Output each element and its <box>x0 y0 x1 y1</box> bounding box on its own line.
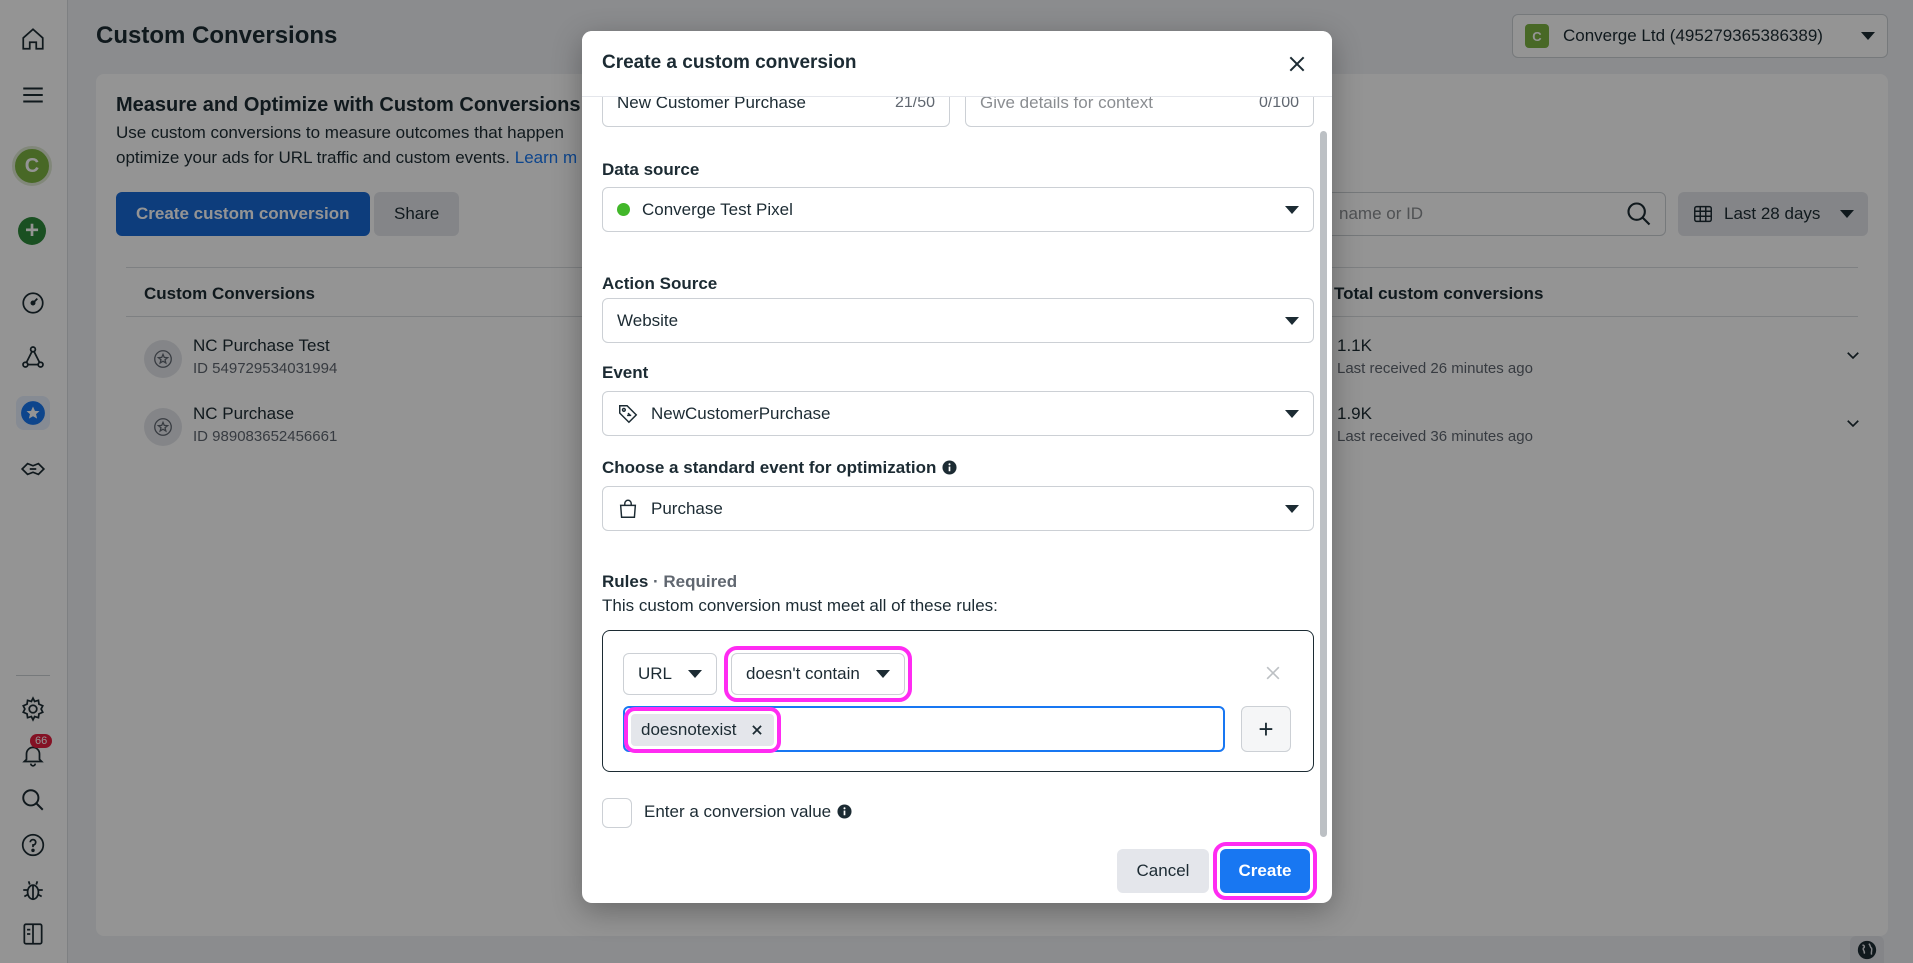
remove-rule-close-icon[interactable] <box>1263 663 1283 683</box>
dropdown-caret-icon <box>1285 409 1299 418</box>
dropdown-caret-icon <box>875 670 890 678</box>
event-select[interactable]: NewCustomerPurchase <box>602 391 1314 436</box>
action-source-value: Website <box>617 310 679 330</box>
close-icon[interactable] <box>1282 49 1312 79</box>
rule-field-select[interactable]: URL <box>623 653 718 695</box>
rule-field-value: URL <box>638 664 673 683</box>
standard-event-label-text: Choose a standard event for optimization <box>602 458 937 477</box>
create-button[interactable]: Create <box>1213 842 1317 900</box>
add-rule-plus-button[interactable]: + <box>1241 706 1291 752</box>
event-tag-icon <box>619 404 638 423</box>
shopping-bag-icon <box>619 499 637 518</box>
pixel-status-dot <box>617 203 630 216</box>
rule-group: URL doesn't contain doesnotexist + <box>602 630 1314 772</box>
dialog-header: Create a custom conversion <box>582 31 1332 97</box>
dialog-scrollbar-thumb[interactable] <box>1320 131 1327 837</box>
standard-event-value: Purchase <box>651 498 723 518</box>
info-icon[interactable] <box>942 460 957 475</box>
rule-condition-value: doesn't contain <box>746 664 860 683</box>
conversion-value-label-text: Enter a conversion value <box>644 802 832 821</box>
dropdown-caret-icon <box>1285 504 1299 513</box>
event-label: Event <box>602 363 649 382</box>
data-source-label: Data source <box>602 160 700 179</box>
dropdown-caret-icon <box>1285 205 1299 214</box>
standard-event-select[interactable]: Purchase <box>602 486 1314 531</box>
rules-required: · Required <box>648 572 738 591</box>
rule-value-chip: doesnotexist <box>623 707 782 753</box>
rule-value-text: doesnotexist <box>641 720 737 739</box>
event-value: NewCustomerPurchase <box>651 403 831 423</box>
rule-value-input[interactable]: doesnotexist <box>623 706 1225 753</box>
remove-chip-close-icon[interactable] <box>750 723 764 737</box>
action-source-select[interactable]: Website <box>602 298 1314 343</box>
conversion-value-label: Enter a conversion value <box>644 802 852 822</box>
dropdown-caret-icon <box>1285 316 1299 325</box>
data-source-value: Converge Test Pixel <box>642 199 793 219</box>
conversion-value-checkbox[interactable] <box>602 798 632 828</box>
cancel-button[interactable]: Cancel <box>1117 849 1209 893</box>
data-source-select[interactable]: Converge Test Pixel <box>602 187 1314 232</box>
create-custom-conversion-dialog: Create a custom conversion New Customer … <box>582 31 1332 903</box>
rules-label-text: Rules <box>602 572 649 591</box>
action-source-label: Action Source <box>602 274 718 293</box>
rules-description: This custom conversion must meet all of … <box>602 596 998 615</box>
rules-label: Rules · Required <box>602 572 737 592</box>
info-icon[interactable] <box>837 804 852 819</box>
dialog-title: Create a custom conversion <box>602 52 857 73</box>
dropdown-caret-icon <box>688 670 703 678</box>
standard-event-label: Choose a standard event for optimization <box>602 458 957 478</box>
rule-condition-select[interactable]: doesn't contain <box>724 646 912 702</box>
